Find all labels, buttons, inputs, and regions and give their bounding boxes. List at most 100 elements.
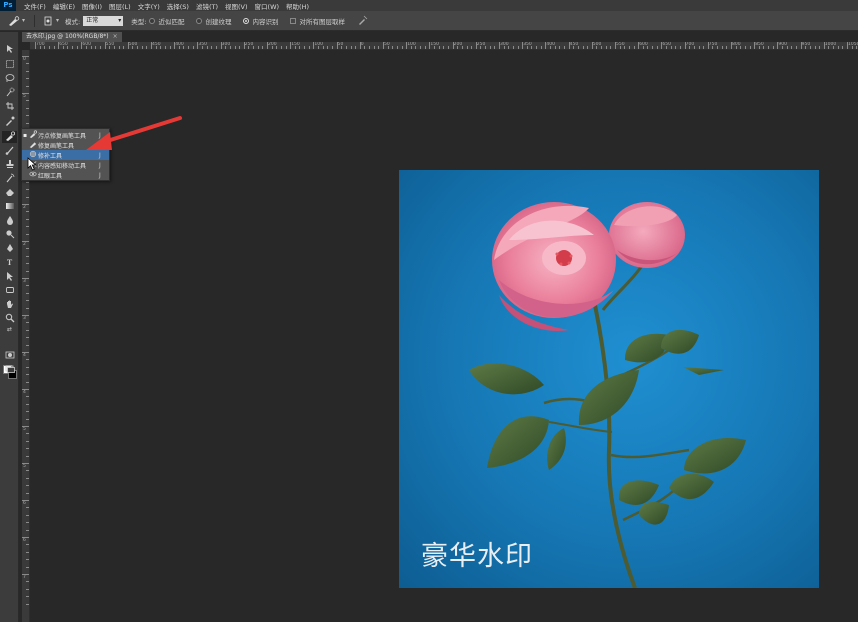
ruler-minor-tick [22, 389, 29, 390]
mouse-cursor-icon [27, 157, 37, 171]
ruler-minor-tick [512, 46, 514, 49]
ruler-tick [475, 42, 477, 49]
brush-tool-icon[interactable] [2, 145, 17, 157]
ruler-tick [568, 42, 570, 49]
hand-tool-icon[interactable] [2, 299, 17, 311]
crop-tool-icon[interactable] [2, 101, 17, 113]
ruler-minor-tick [517, 46, 519, 49]
chevron-down-icon[interactable]: ▾ [56, 17, 59, 24]
ruler-minor-tick [447, 46, 449, 49]
blur-tool-icon[interactable] [2, 215, 17, 227]
gradient-tool-icon[interactable] [2, 201, 17, 213]
flyout-item-red-eye[interactable]: 红眼工具 J [22, 170, 109, 180]
chevron-down-icon[interactable]: ▾ [22, 17, 25, 24]
ruler-minor-tick [271, 46, 273, 49]
menu-edit[interactable]: 编辑(E) [53, 1, 75, 11]
ruler-minor-tick [345, 46, 347, 49]
ruler-minor-tick [239, 46, 241, 49]
close-icon[interactable]: × [113, 33, 118, 40]
lasso-tool-icon[interactable] [2, 73, 17, 85]
ruler-minor-tick [364, 46, 366, 49]
radio-content-aware[interactable]: 内容识别 [243, 16, 281, 26]
menu-help[interactable]: 帮助(H) [286, 1, 309, 11]
menu-window[interactable]: 窗口(W) [255, 1, 280, 11]
ruler-minor-tick [22, 241, 29, 242]
clone-stamp-tool-icon[interactable] [2, 159, 17, 171]
marquee-tool-icon[interactable] [2, 59, 17, 71]
brush-size-picker[interactable] [40, 14, 56, 28]
ruler-minor-tick [26, 189, 29, 191]
mode-select[interactable]: 正常 [83, 15, 124, 26]
ruler-tick [151, 42, 152, 49]
radio-proximity-match[interactable]: 近似匹配 [149, 16, 187, 26]
tool-preset-picker[interactable] [6, 14, 22, 28]
ruler-minor-tick [656, 46, 658, 49]
radio-indicator [243, 17, 250, 24]
history-brush-tool-icon[interactable] [2, 173, 17, 185]
checkbox-sample-all-layers[interactable]: 对所有图层取样 [290, 16, 348, 26]
pen-tool-icon[interactable] [2, 243, 17, 255]
ruler-minor-tick [26, 581, 29, 583]
ruler-minor-tick [285, 46, 287, 49]
flyout-item-label: 红眼工具 [38, 172, 63, 180]
ruler-minor-tick [22, 537, 29, 538]
ruler-minor-tick [26, 337, 29, 339]
radio-indicator [149, 17, 156, 24]
menu-file[interactable]: 文件(F) [24, 1, 46, 11]
menu-type[interactable]: 文字(Y) [138, 1, 160, 11]
ruler-minor-tick [183, 46, 185, 49]
ruler-minor-tick [155, 46, 157, 49]
ruler-tick-label: 4 [23, 390, 26, 395]
move-tool-icon[interactable] [2, 44, 17, 56]
menu-view[interactable]: 视图(V) [225, 1, 248, 11]
ruler-minor-tick [415, 46, 417, 49]
quick-mask-icon[interactable] [2, 350, 17, 362]
ruler-minor-tick [619, 46, 621, 49]
ruler-minor-tick [72, 46, 74, 49]
ruler-tick [754, 42, 756, 49]
ruler-tick-label: 0 [360, 42, 364, 47]
ruler-tick [545, 42, 547, 49]
swap-colors-icon[interactable]: ⇄ [2, 326, 17, 334]
ruler-minor-tick [424, 46, 426, 49]
ruler-minor-tick [26, 566, 29, 568]
ruler-tick [243, 42, 245, 49]
rose-photo [469, 202, 746, 588]
radio-create-texture[interactable]: 创建纹理 [196, 16, 234, 26]
menu-select[interactable]: 选择(S) [167, 1, 189, 11]
ruler-minor-tick [396, 46, 398, 49]
ruler-minor-tick [22, 315, 29, 316]
ruler-minor-tick [26, 344, 29, 346]
eyedropper-tool-icon[interactable] [2, 116, 17, 128]
pressure-brush-icon[interactable] [357, 15, 369, 27]
brush-size-icon [44, 16, 52, 25]
menu-layer[interactable]: 图层(L) [109, 1, 131, 11]
zoom-tool-icon[interactable] [2, 313, 17, 325]
ruler-minor-tick [26, 263, 29, 265]
type-tool-icon[interactable]: T [2, 257, 17, 269]
menu-filter[interactable]: 滤镜(T) [196, 1, 218, 11]
ruler-tick [777, 42, 779, 49]
document-canvas[interactable]: 豪华水印 [399, 170, 819, 588]
ruler-minor-tick [740, 46, 742, 49]
ruler-minor-tick [26, 596, 29, 598]
path-selection-tool-icon[interactable] [2, 271, 17, 283]
dodge-tool-icon[interactable] [2, 229, 17, 241]
ruler-minor-tick [744, 46, 746, 49]
ruler-tick [429, 42, 431, 49]
healing-tool-icon[interactable] [2, 131, 17, 143]
ruler-tick [58, 42, 60, 49]
ruler-minor-tick [164, 46, 166, 49]
ruler-minor-tick [698, 46, 700, 49]
ruler-minor-tick [791, 46, 793, 49]
quick-selection-tool-icon[interactable] [2, 87, 17, 99]
ruler-minor-tick [605, 46, 607, 49]
document-tab[interactable]: 去水印.jpg @ 100%(RGB/8*) × [22, 32, 122, 42]
horizontal-ruler: 700 650 600 550 500 450 400 350 300 250 200 150 100 5… [30, 42, 858, 50]
menu-image[interactable]: 图像(I) [82, 1, 102, 11]
eraser-tool-icon[interactable] [2, 187, 17, 199]
shape-tool-icon[interactable] [2, 285, 17, 297]
ruler-tick [638, 42, 640, 49]
ruler-minor-tick [192, 46, 194, 49]
screen-mode-icon[interactable] [2, 364, 17, 376]
